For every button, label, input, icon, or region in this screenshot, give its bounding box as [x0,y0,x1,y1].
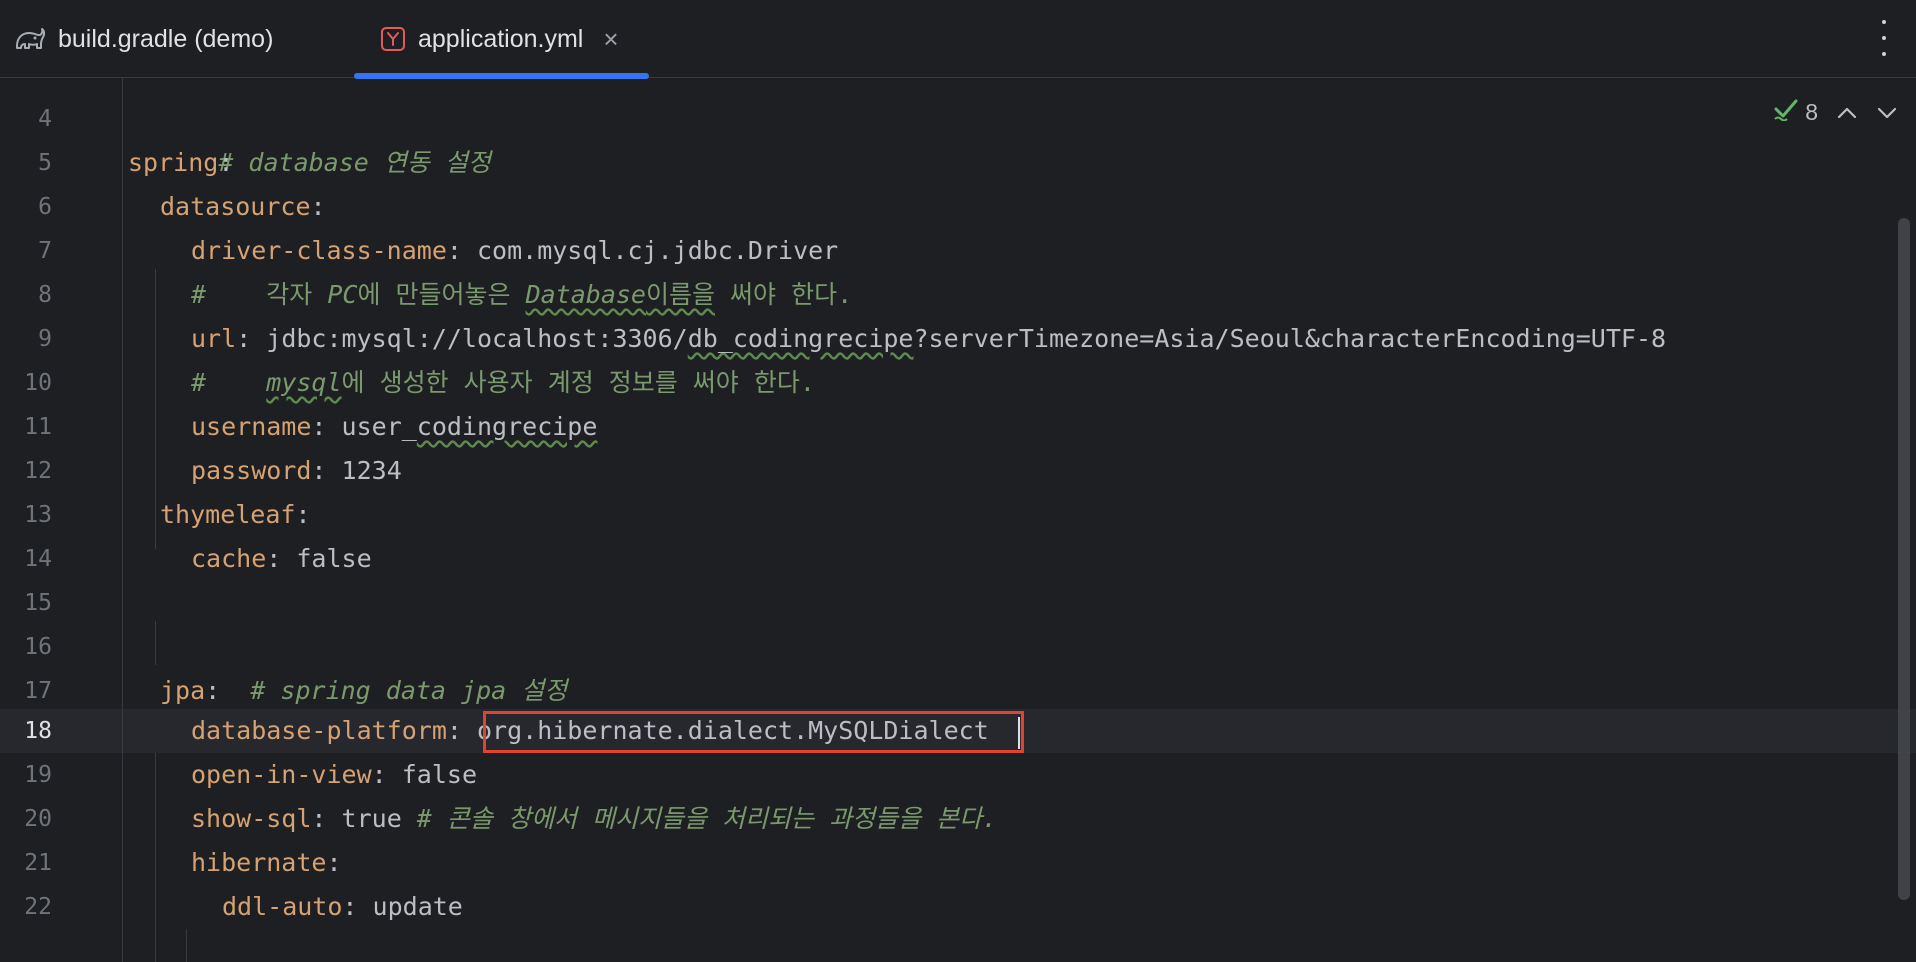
colon: : [446,716,462,745]
code-line-9: url: jdbc:mysql://localhost:3306/db_codi… [191,317,1666,361]
yaml-value: jdbc:mysql://localhost:3306/ [251,324,688,353]
colon: : [342,892,358,921]
comment-padding [206,280,266,309]
code-line-17: jpa: [160,669,220,713]
yaml-key: password [191,456,312,485]
typo-highlight: mysql [266,368,342,397]
typo-highlight: db_codingrecipe [687,324,914,353]
colon: : [311,412,327,441]
colon: : [311,804,327,833]
inspection-count-label: 8 [1805,98,1818,125]
code-line-20: show-sql: true # 콘솔 창에서 메시지들을 처리되는 과정들을 … [191,797,997,841]
inspection-widget: 8 [1773,92,1898,132]
more-options-icon[interactable] [1878,20,1890,56]
code-line-10: # mysql에 생성한 사용자 계정 정보를 써야 한다. [191,361,815,405]
code-line-22: ddl-auto: update [222,885,463,929]
yaml-key: thymeleaf [160,500,296,529]
yaml-key: cache [191,544,267,573]
code-editor[interactable]: 4 5 6 7 8 9 10 11 12 13 14 15 16 17 18 19 20 21 22 # datab… [0,78,1916,962]
typo-highlight: Database [525,280,646,309]
code-content[interactable]: # database 연동 설정 spring: datasource: dri… [0,78,1890,962]
comment-hash: # [191,280,207,309]
yaml-value: false [386,760,477,789]
highlight-box [483,711,1024,753]
code-line-16: # spring data jpa 설정 [160,625,567,705]
chevron-up-icon[interactable] [1836,99,1858,126]
tab-label: application.yml [418,24,584,53]
colon: : [218,148,234,177]
code-line-4: # database 연동 설정 [128,97,491,177]
tab-build-gradle[interactable]: build.gradle (demo) [14,0,273,78]
inspection-count[interactable]: 8 [1773,97,1818,127]
colon: : [266,544,282,573]
yaml-key: open-in-view [191,760,372,789]
comment-hash: # [191,368,207,397]
code-line-5: spring: [128,141,233,185]
code-line-13: thymeleaf: [160,493,311,537]
code-line-7: driver-class-name: com.mysql.cj.jdbc.Dri… [191,229,838,273]
yaml-key: username [191,412,312,441]
yaml-key: hibernate [191,848,327,877]
yaml-file-icon [380,26,406,52]
comment: # spring data jpa 설정 [250,676,568,705]
yaml-value: true [326,804,417,833]
code-line-6: datasource: [160,185,326,229]
comment-text: 각자 [266,280,328,309]
yaml-key: driver-class-name [191,236,447,265]
code-line-14: cache: false [191,537,372,581]
tab-label: build.gradle (demo) [58,24,274,53]
colon: : [205,676,221,705]
yaml-key: database-platform [191,716,447,745]
code-line-11: username: user_codingrecipe [191,405,597,449]
yaml-key: jpa [160,676,206,705]
yaml-key: datasource [160,192,311,221]
close-icon[interactable]: × [603,24,618,55]
typo-highlight: 이름을 [645,280,715,309]
text-caret [1018,717,1020,749]
editor-tab-bar: build.gradle (demo) application.yml × [0,0,1916,79]
comment-text: 에 생성한 사용자 계정 정보를 써야 한다. [341,368,815,397]
typo-highlight: codingrecipe [416,412,598,441]
code-line-19: open-in-view: false [191,753,477,797]
yaml-value: com.mysql.cj.jdbc.Driver [461,236,839,265]
comment-text: 써야 한다. [715,280,853,309]
colon: : [310,192,326,221]
yaml-key: url [191,324,237,353]
colon: : [311,456,327,485]
yaml-value: 1234 [326,456,402,485]
tab-application-yml[interactable]: application.yml × [354,0,649,79]
code-line-8: # 각자 PC에 만들어놓은 Database이름을 써야 한다. [191,273,852,317]
colon: : [446,236,462,265]
colon: : [295,500,311,529]
yaml-key: show-sql [191,804,312,833]
colon: : [371,760,387,789]
comment-text: 에 만들어놓은 [357,280,526,309]
comment: # 콘솔 창에서 메시지들을 처리되는 과정들을 본다. [416,804,998,833]
yaml-value: user_ [326,412,417,441]
yaml-value: false [281,544,372,573]
colon: : [326,848,342,877]
check-icon [1773,97,1799,127]
vertical-scrollbar[interactable] [1898,218,1910,900]
yaml-value: update [357,892,463,921]
code-line-21: hibernate: [191,841,342,885]
yaml-value: ?serverTimezone=Asia/Seoul&characterEnco… [913,324,1667,353]
gradle-elephant-icon [14,26,46,52]
chevron-down-icon[interactable] [1876,99,1898,126]
yaml-key: ddl-auto [222,892,343,921]
comment-text: PC [327,280,358,309]
comment: # database 연동 설정 [218,148,491,177]
code-line-12: password: 1234 [191,449,402,493]
comment-padding [206,368,266,397]
yaml-key: spring [128,148,219,177]
colon: : [236,324,252,353]
